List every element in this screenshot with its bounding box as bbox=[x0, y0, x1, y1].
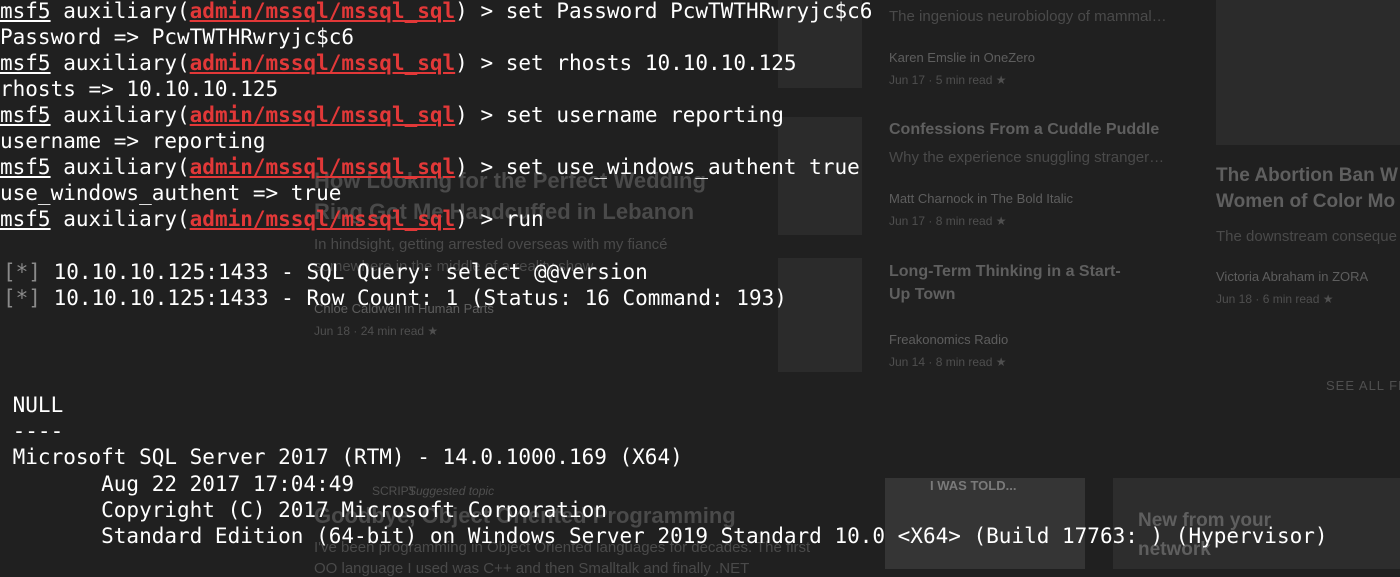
info-marker: [*] bbox=[3, 260, 41, 284]
status-line: [*] 10.10.10.125:1433 - Row Count: 1 (St… bbox=[3, 286, 787, 310]
command-line: msf5 auxiliary(admin/mssql/mssql_sql) > … bbox=[0, 103, 784, 127]
msf-prompt: msf5 bbox=[0, 207, 51, 231]
output-line: use_windows_authent => true bbox=[0, 181, 342, 205]
status-line: [*] 10.10.10.125:1433 - SQL Query: selec… bbox=[3, 260, 648, 284]
module-name: admin/mssql/mssql_sql bbox=[189, 207, 456, 231]
output-line: rhosts => 10.10.10.125 bbox=[0, 77, 279, 101]
command-line: msf5 auxiliary(admin/mssql/mssql_sql) > … bbox=[0, 155, 860, 179]
module-name: admin/mssql/mssql_sql bbox=[189, 0, 456, 23]
output-line: username => reporting bbox=[0, 129, 266, 153]
command-line: msf5 auxiliary(admin/mssql/mssql_sql) > … bbox=[0, 51, 797, 75]
command-line: msf5 auxiliary(admin/mssql/mssql_sql) > … bbox=[0, 207, 544, 231]
module-name: admin/mssql/mssql_sql bbox=[189, 103, 456, 127]
result-line: Standard Edition (64-bit) on Windows Ser… bbox=[0, 524, 1328, 548]
command-line: msf5 auxiliary(admin/mssql/mssql_sql) > … bbox=[0, 0, 873, 23]
command-text: run bbox=[505, 207, 544, 231]
command-text: set username reporting bbox=[505, 103, 784, 127]
terminal-output[interactable]: msf5 auxiliary(admin/mssql/mssql_sql) > … bbox=[0, 0, 1400, 569]
command-text: set rhosts 10.10.10.125 bbox=[505, 51, 797, 75]
module-name: admin/mssql/mssql_sql bbox=[189, 51, 456, 75]
command-text: set Password PcwTWTHRwryjc$c6 bbox=[505, 0, 873, 23]
result-line: NULL bbox=[0, 393, 64, 417]
result-line: ---- bbox=[0, 419, 64, 443]
info-marker: [*] bbox=[3, 286, 41, 310]
module-name: admin/mssql/mssql_sql bbox=[189, 155, 456, 179]
msf-prompt: msf5 bbox=[0, 155, 51, 179]
command-text: set use_windows_authent true bbox=[505, 155, 860, 179]
msf-prompt: msf5 bbox=[0, 51, 51, 75]
msf-prompt: msf5 bbox=[0, 103, 51, 127]
result-line: Microsoft SQL Server 2017 (RTM) - 14.0.1… bbox=[0, 445, 683, 469]
result-line: Aug 22 2017 17:04:49 bbox=[0, 472, 355, 496]
result-line: Copyright (C) 2017 Microsoft Corporation bbox=[0, 498, 607, 522]
output-line: Password => PcwTWTHRwryjc$c6 bbox=[0, 25, 355, 49]
msf-prompt: msf5 bbox=[0, 0, 51, 23]
